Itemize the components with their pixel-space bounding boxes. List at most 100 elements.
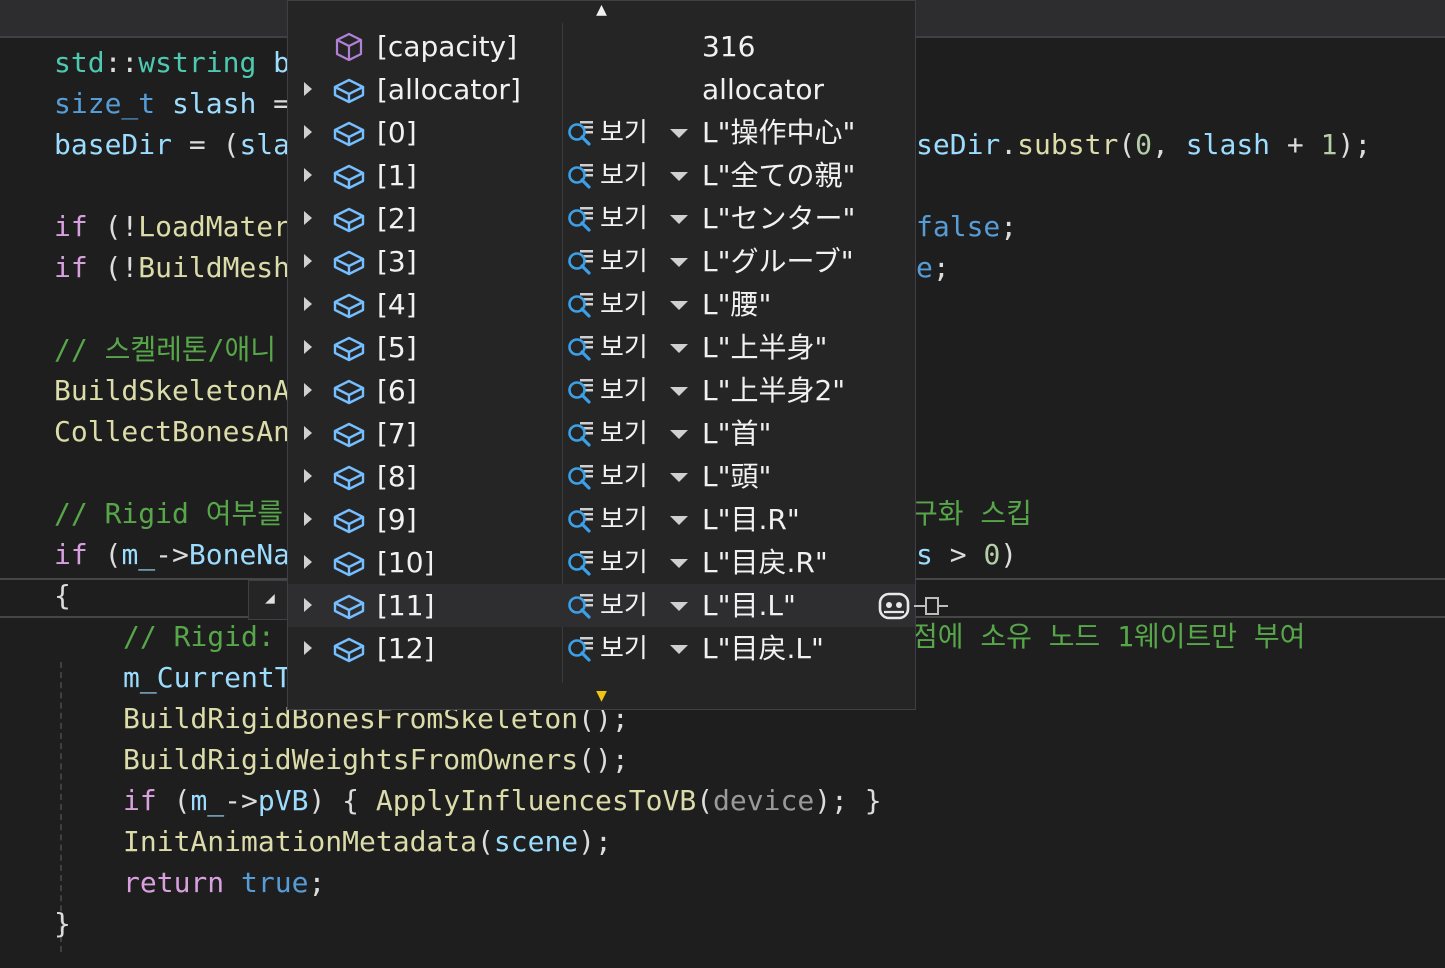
variable-value[interactable]: allocator <box>702 68 824 111</box>
expand-arrow-icon[interactable] <box>304 82 312 96</box>
dropdown-caret-icon[interactable] <box>670 344 688 353</box>
expand-arrow-icon[interactable] <box>304 512 312 526</box>
variable-value[interactable]: L"センター" <box>702 197 855 240</box>
datatip-row[interactable]: [4] 보기 L"腰" <box>288 283 915 326</box>
dropdown-caret-icon[interactable] <box>670 473 688 482</box>
text-visualizer-button[interactable]: 보기 <box>566 502 690 538</box>
variable-value[interactable]: L"首" <box>702 412 771 455</box>
text-visualizer-button[interactable]: 보기 <box>566 158 690 194</box>
text-visualizer-button[interactable]: 보기 <box>566 244 690 280</box>
variable-value[interactable]: L"上半身2" <box>702 369 845 412</box>
variable-value[interactable]: L"目戻.L" <box>702 627 824 670</box>
code-token: if <box>54 538 88 571</box>
dropdown-caret-icon[interactable] <box>670 516 688 525</box>
code-line: return true; <box>123 862 325 903</box>
datatip-row[interactable]: [1] 보기 L"全ての親" <box>288 154 915 197</box>
dropdown-caret-icon[interactable] <box>670 258 688 267</box>
text-visualizer-button[interactable]: 보기 <box>566 287 690 323</box>
view-label: 보기 <box>600 634 648 664</box>
datatip-row[interactable]: [9] 보기 L"目.R" <box>288 498 915 541</box>
expand-arrow-icon[interactable] <box>304 125 312 139</box>
datatip-row[interactable]: [3] 보기 L"グルーブ" <box>288 240 915 283</box>
dropdown-caret-icon[interactable] <box>670 172 688 181</box>
dropdown-caret-icon[interactable] <box>670 215 688 224</box>
code-line: 구화 스킵 <box>912 493 1032 534</box>
code-line: // 스켈레톤/애니 <box>54 329 276 370</box>
variable-value[interactable]: 316 <box>702 25 755 68</box>
object-icon <box>332 74 366 106</box>
expand-arrow-icon[interactable] <box>304 383 312 397</box>
magnifier-icon <box>566 634 596 664</box>
variable-value[interactable]: L"操作中心" <box>702 111 855 154</box>
datatip-row[interactable]: [0] 보기 L"操作中心" <box>288 111 915 154</box>
expand-arrow-icon[interactable] <box>304 598 312 612</box>
expand-arrow-icon[interactable] <box>304 555 312 569</box>
text-visualizer-button[interactable]: 보기 <box>566 416 690 452</box>
text-visualizer-button[interactable]: 보기 <box>566 201 690 237</box>
text-visualizer-button[interactable]: 보기 <box>566 631 690 667</box>
variable-value[interactable]: L"目.L" <box>702 584 796 627</box>
datatip-row[interactable]: [capacity] 316 <box>288 25 915 68</box>
expand-arrow-icon[interactable] <box>304 168 312 182</box>
datatip-row[interactable]: [12] 보기 L"目戻.L" <box>288 627 915 670</box>
variable-value[interactable]: L"目.R" <box>702 498 800 541</box>
code-token: -> <box>155 538 189 571</box>
variable-name: [allocator] <box>377 73 521 106</box>
dropdown-caret-icon[interactable] <box>670 129 688 138</box>
text-visualizer-button[interactable]: 보기 <box>566 115 690 151</box>
dropdown-caret-icon[interactable] <box>670 387 688 396</box>
variable-value[interactable]: L"腰" <box>702 283 771 326</box>
scroll-up-arrow[interactable]: ▲ <box>288 1 915 19</box>
expand-arrow-icon[interactable] <box>304 641 312 655</box>
scroll-down-arrow[interactable]: ▼ <box>288 687 915 705</box>
expand-arrow-icon[interactable] <box>304 340 312 354</box>
variable-value[interactable]: L"グルーブ" <box>702 240 854 283</box>
expand-arrow-icon[interactable] <box>304 469 312 483</box>
code-token: (! <box>87 210 139 243</box>
dropdown-caret-icon[interactable] <box>670 559 688 568</box>
datatip-row[interactable]: [11] 보기 L"目.L" <box>288 584 948 627</box>
datatip-row[interactable]: [6] 보기 L"上半身2" <box>288 369 915 412</box>
variable-value[interactable]: L"頭" <box>702 455 771 498</box>
code-token: scene <box>493 825 579 858</box>
object-icon <box>332 418 366 450</box>
code-line: 점에 소유 노드 1웨이트만 부여 <box>912 616 1305 657</box>
code-token: BuildSkeletonA <box>54 374 291 407</box>
text-visualizer-button[interactable]: 보기 <box>566 459 690 495</box>
view-label: 보기 <box>600 548 648 578</box>
text-visualizer-button[interactable]: 보기 <box>566 588 690 624</box>
code-token: sla <box>239 128 291 161</box>
datatip-row[interactable]: [2] 보기 L"センター" <box>288 197 915 240</box>
expand-arrow-icon[interactable] <box>304 297 312 311</box>
expand-arrow-icon[interactable] <box>304 254 312 268</box>
peek-collapse-button[interactable]: ◢ <box>248 580 292 620</box>
expand-arrow-icon[interactable] <box>304 211 312 225</box>
datatip-row[interactable]: [5] 보기 L"上半身" <box>288 326 915 369</box>
dropdown-caret-icon[interactable] <box>670 602 688 611</box>
datatip-row[interactable]: [8] 보기 L"頭" <box>288 455 915 498</box>
variable-name: [11] <box>377 589 435 622</box>
datatip-row[interactable]: [10] 보기 L"目戻.R" <box>288 541 915 584</box>
text-visualizer-button[interactable]: 보기 <box>566 373 690 409</box>
code-token: m_CurrentT <box>123 661 292 694</box>
variable-value[interactable]: L"上半身" <box>702 326 827 369</box>
code-line: } <box>54 903 71 944</box>
dropdown-caret-icon[interactable] <box>670 301 688 310</box>
datatip-row[interactable]: [7] 보기 L"首" <box>288 412 915 455</box>
variable-value[interactable]: L"全ての親" <box>702 154 855 197</box>
datatip-row[interactable]: [allocator] allocator <box>288 68 915 111</box>
copilot-pin-icon[interactable] <box>874 588 954 624</box>
code-token: slash <box>155 87 257 120</box>
code-token: seDir <box>916 128 1001 161</box>
object-icon <box>332 504 366 536</box>
object-icon <box>332 160 366 192</box>
text-visualizer-button[interactable]: 보기 <box>566 330 690 366</box>
code-token: wstring <box>138 46 257 79</box>
expand-arrow-icon[interactable] <box>304 426 312 440</box>
text-visualizer-button[interactable]: 보기 <box>566 545 690 581</box>
code-token: device <box>713 784 815 817</box>
field-icon <box>332 31 366 63</box>
dropdown-caret-icon[interactable] <box>670 430 688 439</box>
variable-value[interactable]: L"目戻.R" <box>702 541 828 584</box>
dropdown-caret-icon[interactable] <box>670 645 688 654</box>
